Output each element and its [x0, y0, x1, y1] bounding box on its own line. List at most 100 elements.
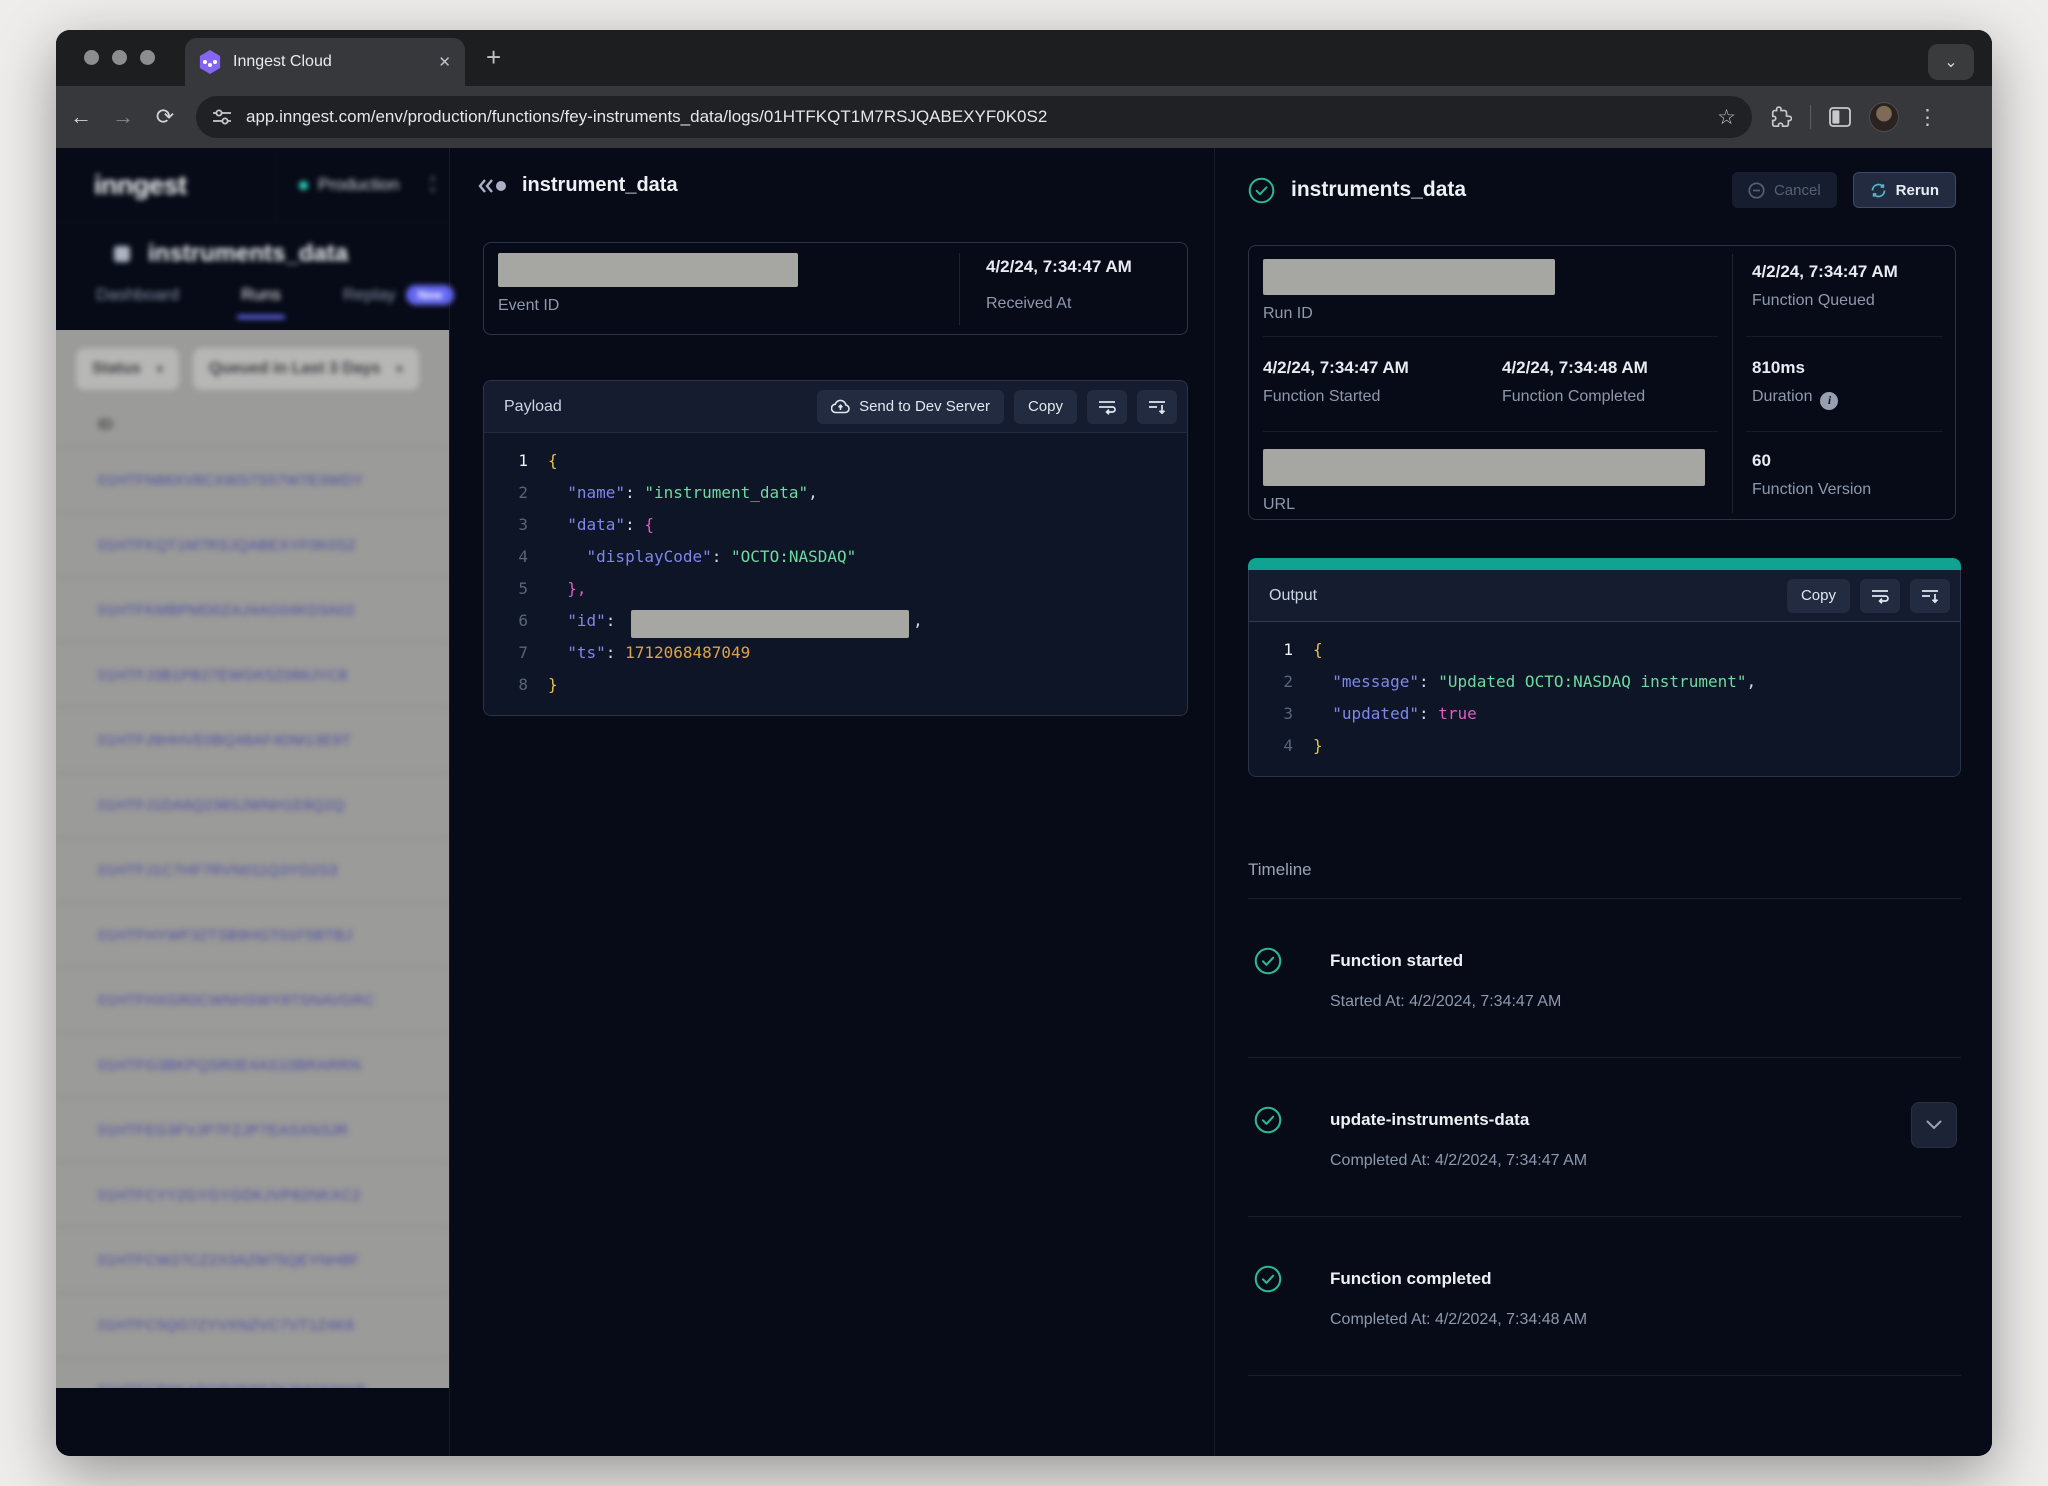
output-code[interactable]: 1{2 "message": "Updated OCTO:NASDAQ inst…: [1248, 622, 1961, 777]
timeline-item: update-instruments-dataCompleted At: 4/2…: [1248, 1058, 1961, 1217]
output-title: Output: [1269, 587, 1777, 605]
extensions-icon[interactable]: [1770, 106, 1792, 128]
zoom-window-button[interactable]: [140, 50, 155, 65]
cloud-upload-icon: [831, 399, 850, 414]
run-id-row[interactable]: 01HTFHXGR0CWNHSWY8TSNAVGRC: [56, 967, 449, 1032]
timeline-item-detail: Completed At: 4/2/2024, 7:34:48 AM: [1330, 1311, 1961, 1329]
function-completed-value: 4/2/24, 7:34:48 AM: [1502, 358, 1648, 378]
run-id-link[interactable]: 01HTFJ1C7HF7RVN011Q3YD2S3: [98, 862, 338, 879]
time-range-label: Queued in Last 3 Days: [209, 360, 381, 378]
run-id-row[interactable]: 01HTFN86XV8CXWS7S57W7E3WDY: [56, 447, 449, 512]
run-id-row[interactable]: 01HTFG3BKPQSR0E4AS10BRARRN: [56, 1032, 449, 1097]
inngest-logo[interactable]: inngest: [94, 170, 187, 201]
run-id-row[interactable]: 01HTFJ9HHVE0BQ48AF4DM13E9T: [56, 707, 449, 772]
tab-search-chevron-icon[interactable]: ⌄: [1928, 44, 1974, 80]
run-id-link[interactable]: 01HTFC5QG7ZYVXNZVC7VT1Z4K6: [98, 1317, 354, 1334]
run-panel: instruments_data Cancel Rer: [1216, 148, 1992, 1456]
redacted-value: [631, 610, 909, 638]
close-window-button[interactable]: [84, 50, 99, 65]
status-filter[interactable]: Status ▾: [76, 348, 179, 390]
tab-close-icon[interactable]: ✕: [438, 53, 451, 71]
tab-dashboard[interactable]: Dashboard: [96, 285, 179, 319]
run-id-row[interactable]: 01HTFJ1DA6Q238SJWNH1E8Q2Q: [56, 772, 449, 837]
line-number: 5: [484, 573, 528, 605]
run-id-link[interactable]: 01HTFHYWF32TSB9HGT01F5BTBJ: [98, 927, 353, 944]
scroll-to-bottom-button[interactable]: [1910, 579, 1950, 613]
browser-menu-icon[interactable]: ⋮: [1917, 105, 1938, 130]
event-id-label: Event ID: [498, 297, 559, 315]
chevron-down-icon: ▾: [397, 362, 403, 376]
run-id-link[interactable]: 01HTFG3BKPQSR0E4AS10BRARRN: [98, 1057, 361, 1074]
run-id-list: 01HTFN86XV8CXWS7S57W7E3WDY 01HTFKQT1M7RSJ…: [56, 447, 449, 1388]
run-id-row[interactable]: 01HTFEG3FVJP7FZJP7EASXN3JR: [56, 1097, 449, 1162]
run-id-link[interactable]: 01HTFKMBPMD0ZAJ4AG04KD3A02: [98, 602, 355, 619]
run-id-row[interactable]: 01HTFHYWF32TSB9HGT01F5BTBJ: [56, 902, 449, 967]
forward-icon[interactable]: →: [106, 104, 140, 130]
rerun-button[interactable]: Rerun: [1853, 172, 1956, 208]
tab-replay[interactable]: ReplayNew: [343, 285, 455, 319]
run-id-row[interactable]: 01HTFKMBPMD0ZAJ4AG04KD3A02: [56, 577, 449, 642]
copy-output-button[interactable]: Copy: [1787, 579, 1850, 613]
run-id-link[interactable]: 01HTFHXGR0CWNHSWY8TSNAVGRC: [98, 992, 375, 1009]
run-id-link[interactable]: 01HTFN86XV8CXWS7S57W7E3WDY: [98, 472, 363, 489]
url-label: URL: [1263, 496, 1295, 513]
run-id-row[interactable]: 01HTFJ3B1PB27EWGK5Z086JYC8: [56, 642, 449, 707]
run-id-row[interactable]: 01HTFC5QG7ZYVXNZVC7VT1Z4K6: [56, 1292, 449, 1357]
send-to-dev-server-button[interactable]: Send to Dev Server: [817, 390, 1004, 424]
run-id-link[interactable]: 01HTFCYY2GYGYGDKJVP82NKXC2: [98, 1187, 361, 1204]
cancel-circle-icon: [1748, 182, 1765, 199]
copy-payload-button[interactable]: Copy: [1014, 390, 1077, 424]
line-number: 6: [484, 605, 528, 637]
word-wrap-icon: [1871, 588, 1889, 604]
payload-code[interactable]: 1{2 "name": "instrument_data",3 "data": …: [484, 433, 1187, 715]
scroll-to-bottom-button[interactable]: [1137, 390, 1177, 424]
run-id-row[interactable]: 01HTFCYY2GYGYGDKJVP82NKXC2: [56, 1162, 449, 1227]
window-controls: [84, 50, 155, 65]
duration-label: Duration: [1752, 388, 1812, 405]
side-panel-icon[interactable]: [1829, 107, 1851, 127]
url-text: app.inngest.com/env/production/functions…: [246, 107, 1703, 127]
step-success-check-icon: [1254, 947, 1282, 975]
profile-avatar[interactable]: [1869, 102, 1899, 132]
run-id-link[interactable]: 01HTFEG3FVJP7FZJP7EASXN3JR: [98, 1122, 348, 1139]
info-icon[interactable]: i: [1820, 392, 1838, 410]
timeline-item: Function startedStarted At: 4/2/2024, 7:…: [1248, 899, 1961, 1058]
word-wrap-button[interactable]: [1087, 390, 1127, 424]
tab-label: Dashboard: [96, 285, 179, 305]
expand-step-button[interactable]: [1911, 1102, 1957, 1148]
function-tabs: DashboardRunsReplayNew: [56, 285, 449, 330]
time-range-filter[interactable]: Queued in Last 3 Days ▾: [193, 348, 419, 390]
run-id-row[interactable]: 01HTFCR9KAPQP0R8PZK3MQNMXB: [56, 1357, 449, 1388]
run-id-row[interactable]: 01HTFJ1C7HF7RVN011Q3YD2S3: [56, 837, 449, 902]
site-settings-tune-icon[interactable]: [212, 107, 232, 127]
output-status-bar: [1248, 558, 1961, 570]
environment-selector[interactable]: Production ˄˅: [276, 148, 450, 222]
chevron-down-icon: ▾: [157, 362, 163, 376]
browser-tab[interactable]: Inngest Cloud ✕: [185, 38, 465, 86]
reload-icon[interactable]: ⟳: [148, 104, 182, 130]
run-id-link[interactable]: 01HTFJ9HHVE0BQ48AF4DM13E9T: [98, 732, 351, 749]
run-id-link[interactable]: 01HTFCW27CZ2X3AZM75QEYNH8F: [98, 1252, 359, 1269]
new-tab-button[interactable]: +: [486, 44, 501, 70]
run-id-link[interactable]: 01HTFJ3B1PB27EWGK5Z086JYC8: [98, 667, 348, 684]
tab-runs[interactable]: Runs: [241, 285, 281, 319]
function-completed-label: Function Completed: [1502, 388, 1645, 405]
copy-button-label: Copy: [1801, 587, 1836, 604]
minimize-window-button[interactable]: [112, 50, 127, 65]
received-at-value: 4/2/24, 7:34:47 AM: [986, 257, 1132, 277]
run-id-link[interactable]: 01HTFJ1DA6Q238SJWNH1E8Q2Q: [98, 797, 345, 814]
cancel-button[interactable]: Cancel: [1732, 172, 1837, 208]
back-icon[interactable]: ←: [64, 104, 98, 130]
timeline-item-title: Function started: [1330, 951, 1961, 971]
run-id-row[interactable]: 01HTFKQT1M7RSJQABEXYF0K0S2: [56, 512, 449, 577]
run-id-link[interactable]: 01HTFKQT1M7RSJQABEXYF0K0S2: [98, 537, 356, 554]
line-number: 3: [484, 509, 528, 541]
address-bar[interactable]: app.inngest.com/env/production/functions…: [196, 96, 1752, 138]
bookmark-star-icon[interactable]: ☆: [1717, 105, 1736, 130]
run-id-row[interactable]: 01HTFCW27CZ2X3AZM75QEYNH8F: [56, 1227, 449, 1292]
browser-window: Inngest Cloud ✕ + ⌄ ← → ⟳ app.inngest.co…: [56, 30, 1992, 1456]
output-card: Output Copy: [1248, 558, 1961, 777]
send-button-label: Send to Dev Server: [859, 398, 990, 415]
run-id-link[interactable]: 01HTFCR9KAPQP0R8PZK3MQNMXB: [98, 1382, 366, 1389]
word-wrap-button[interactable]: [1860, 579, 1900, 613]
